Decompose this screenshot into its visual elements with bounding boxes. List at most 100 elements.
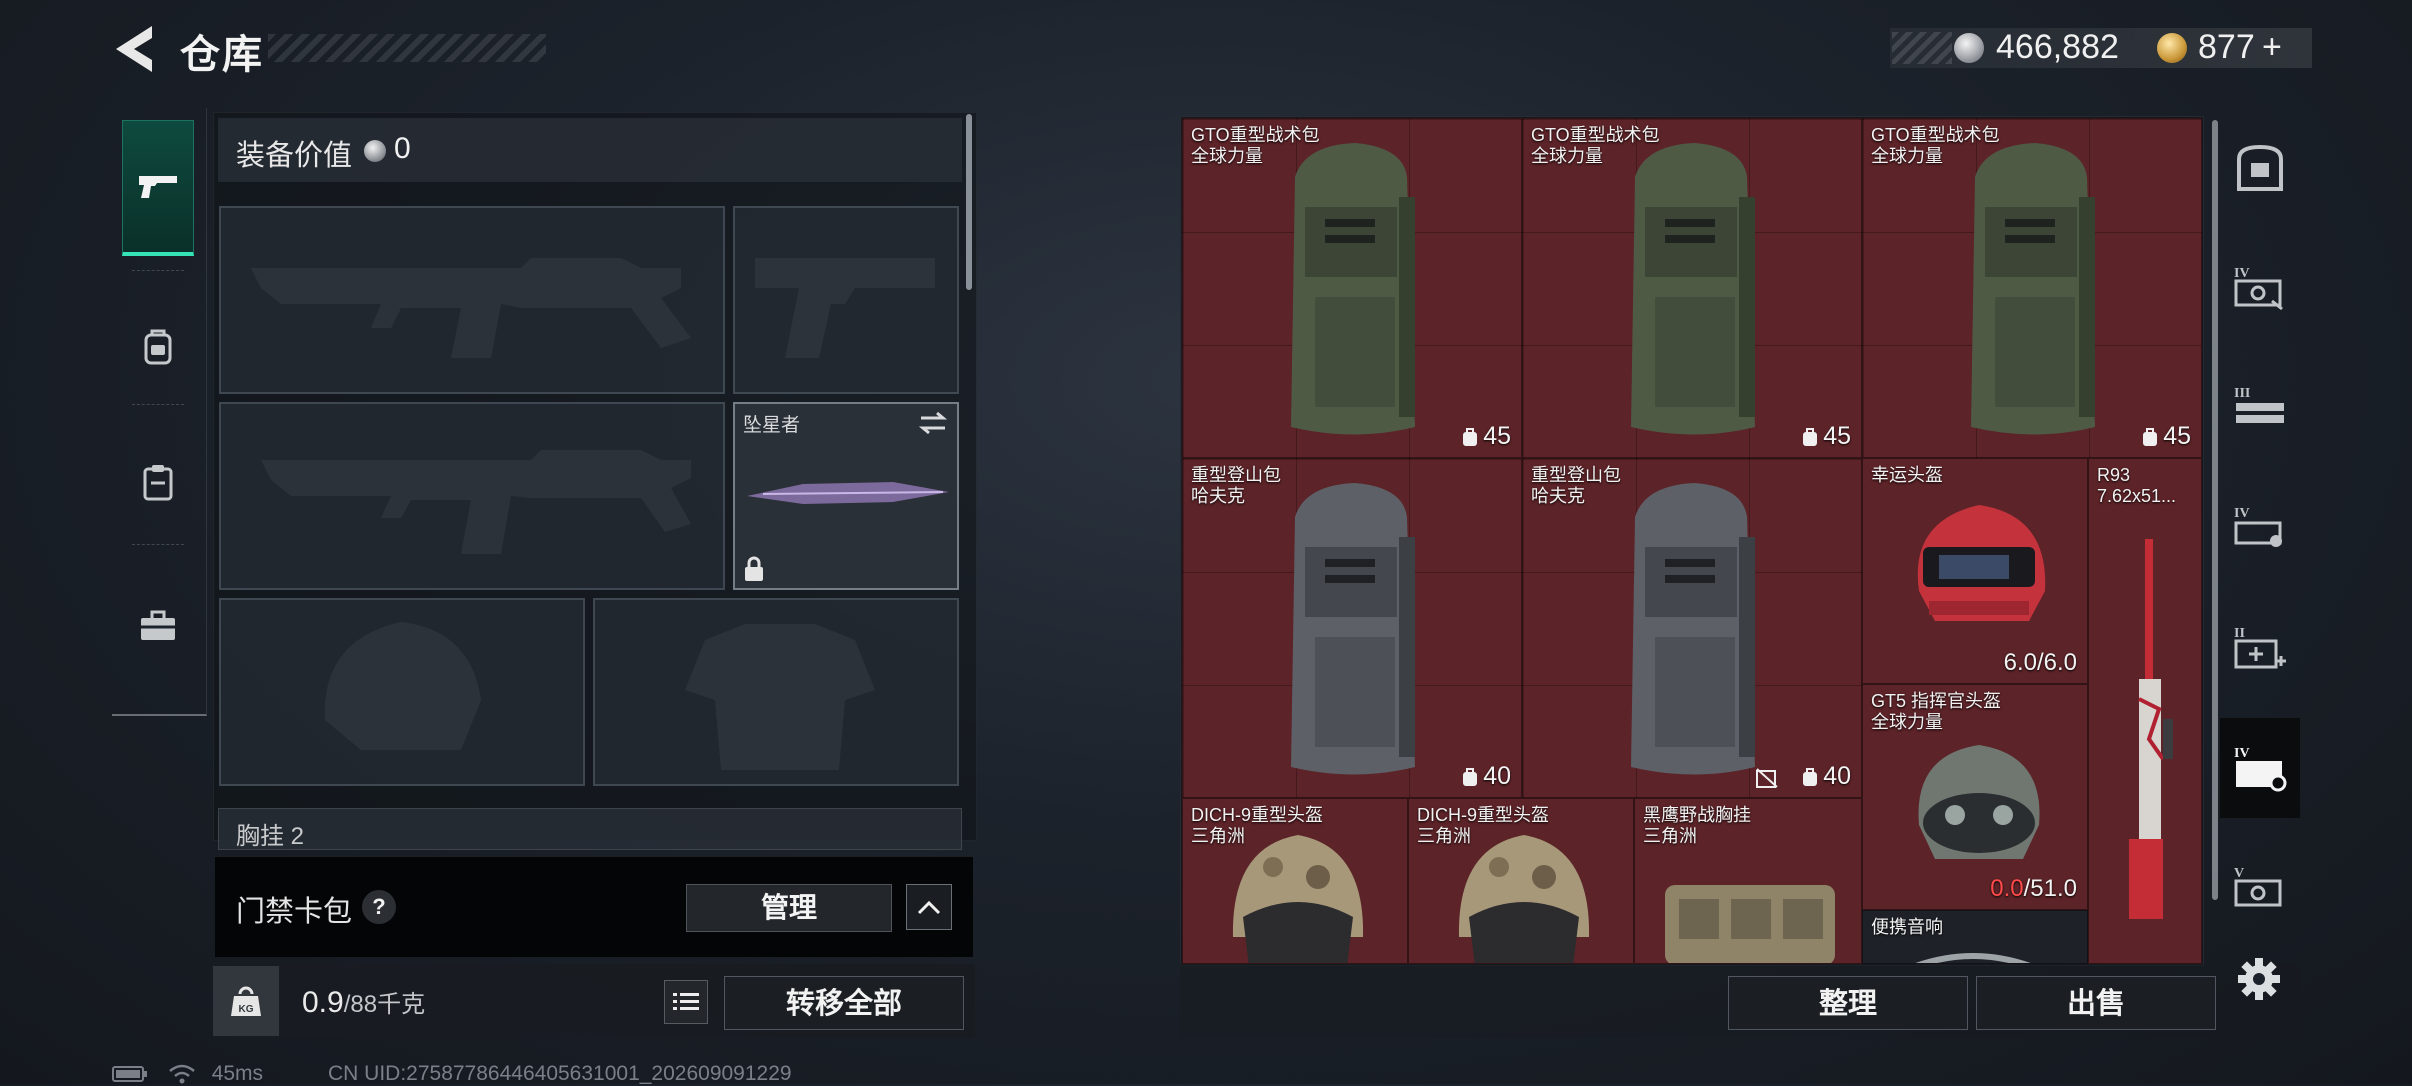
storage-item[interactable]: GTO重型战术包 全球力量 45 [1522, 118, 1862, 458]
storage-item[interactable]: 重型登山包 哈夫克 40 [1522, 458, 1862, 798]
backpack-small-icon [1463, 427, 1478, 446]
weight-max: /88 [343, 991, 378, 1018]
pistol-slot[interactable] [733, 206, 959, 394]
list-view-button[interactable] [664, 980, 708, 1024]
sniper-rifle-image [2129, 539, 2173, 919]
back-button[interactable] [112, 24, 158, 74]
nav-divider [132, 270, 184, 271]
storage-item[interactable]: GTO重型战术包 全球力量 45 [1862, 118, 2202, 458]
pistol-icon [139, 175, 177, 198]
clipboard-icon [143, 465, 173, 501]
capacity-badge: 40 [1461, 762, 1511, 791]
helmet-image [1918, 745, 2040, 859]
sidebar-item-case-iv[interactable]: IV [2220, 238, 2300, 338]
sell-button[interactable]: 出售 [1976, 976, 2216, 1030]
swap-icon[interactable] [917, 410, 949, 436]
manage-button[interactable]: 管理 [686, 884, 892, 932]
sidebar-item-medkit-ii[interactable]: II [2220, 598, 2300, 698]
svg-text:III: III [2234, 386, 2250, 401]
storage-item[interactable]: 幸运头盔 6.0/6.0 [1862, 458, 2088, 684]
armor-silhouette-icon [685, 624, 875, 770]
backpack-image [1631, 483, 1755, 775]
capacity-badge: 45 [1461, 422, 1511, 451]
gold-amount: 877 [2198, 28, 2255, 66]
storage-item[interactable]: 重型登山包 哈夫克 40 [1182, 458, 1522, 798]
ping-text: 45ms [211, 1062, 264, 1085]
nav-gear[interactable] [122, 278, 194, 414]
storage-item[interactable]: GTO重型战术包 全球力量 45 [1182, 118, 1522, 458]
uid-text: CN UID:27587786446405631001_202609091229 [328, 1062, 792, 1085]
svg-text:IV: IV [2234, 506, 2250, 521]
weight-current: 0.9 [302, 986, 344, 1019]
svg-text:IV: IV [2234, 746, 2250, 761]
nav-weapons[interactable] [122, 120, 194, 256]
sort-button[interactable]: 整理 [1728, 976, 1968, 1030]
primary-weapon-slot[interactable] [219, 206, 725, 394]
expand-button[interactable] [906, 884, 952, 930]
tier-iv-case-icon: IV [2234, 266, 2283, 311]
capacity-badge: 45 [2141, 422, 2191, 451]
storage-item[interactable]: GT5 指挥官头盔 全球力量 0.0/51.0 [1862, 684, 2088, 910]
tier-iv-case-icon: IV [2234, 746, 2287, 792]
capacity-badge: 40 [1801, 762, 1851, 791]
no-insure-icon [1756, 768, 1778, 788]
transfer-all-button[interactable]: 转移全部 [724, 976, 964, 1030]
status-bar: 45ms [112, 1062, 263, 1086]
access-card-label: 门禁卡包 [236, 896, 353, 928]
silver-amount: 466,882 [1996, 28, 2119, 66]
helmet-image [1232, 835, 1364, 963]
storage-item[interactable]: R93 7.62x51... [2088, 458, 2202, 964]
gear-icon[interactable] [2234, 954, 2284, 1004]
melee-slot[interactable]: 坠星者 [733, 402, 959, 590]
svg-text:II: II [2234, 626, 2245, 641]
container-sidebar: IV III IV II IV V [2220, 118, 2300, 958]
nav-consumables[interactable] [122, 414, 194, 550]
rifle-silhouette-icon [261, 450, 691, 554]
backpack-image [1291, 483, 1415, 775]
kettlebell-icon: KG [231, 986, 261, 1016]
sidebar-item-case-v[interactable]: V [2220, 838, 2300, 938]
help-button[interactable]: ? [362, 890, 396, 924]
svg-text:IV: IV [2234, 266, 2250, 281]
storage-item[interactable]: DICH-9重型头盔 三角洲 [1408, 798, 1634, 964]
kg-badge: KG [239, 1004, 254, 1015]
sidebar-item-case-iii[interactable]: III [2220, 358, 2300, 458]
storage-item[interactable]: 黑鹰野战胸挂 三角洲 [1634, 798, 1862, 964]
backpack-small-icon [1803, 767, 1818, 786]
title-decoration [268, 34, 546, 62]
sidebar-item-safe-box[interactable] [2220, 118, 2300, 218]
silver-coin-icon [364, 140, 386, 162]
pistol-silhouette-icon [755, 258, 935, 358]
silver-coin-icon [1954, 33, 1984, 63]
chevron-up-icon [917, 900, 941, 915]
wifi-icon [169, 1065, 195, 1084]
safe-box-icon [2237, 144, 2283, 191]
nav-toolbox[interactable] [122, 558, 194, 694]
body-armor-slot[interactable] [593, 598, 959, 786]
helmet-slot[interactable] [219, 598, 585, 786]
gold-coin-icon [2157, 33, 2187, 63]
helmet-image [1917, 505, 2046, 621]
equipment-scrollbar[interactable] [966, 114, 972, 290]
chest-rig-image [1665, 885, 1835, 963]
knife-icon [747, 482, 949, 504]
sidebar-item-case-iv[interactable]: IV [2220, 478, 2300, 578]
add-currency-button[interactable]: + [2262, 28, 2282, 67]
storage-scrollbar[interactable] [2212, 120, 2218, 900]
storage-item[interactable]: 便携音响 [1862, 910, 2088, 964]
secondary-weapon-slot[interactable] [219, 402, 725, 590]
lock-icon [745, 556, 763, 581]
tier-v-case-icon: V [2234, 866, 2282, 907]
sidebar-item-case-iv-active[interactable]: IV [2220, 718, 2300, 818]
tier-iv-case-icon: IV [2234, 506, 2282, 547]
chest-rig-slot-header[interactable] [218, 808, 962, 850]
backpack-image [1291, 143, 1415, 435]
tier-iii-case-icon: III [2234, 386, 2284, 423]
list-icon [673, 993, 699, 1010]
durability-text: 6.0/6.0 [2003, 649, 2077, 676]
weight-unit: 千克 [377, 991, 426, 1018]
backpack-small-icon [1463, 767, 1478, 786]
helmet-silhouette-icon [324, 622, 481, 750]
helmet-image [1458, 835, 1590, 963]
storage-item[interactable]: DICH-9重型头盔 三角洲 [1182, 798, 1408, 964]
